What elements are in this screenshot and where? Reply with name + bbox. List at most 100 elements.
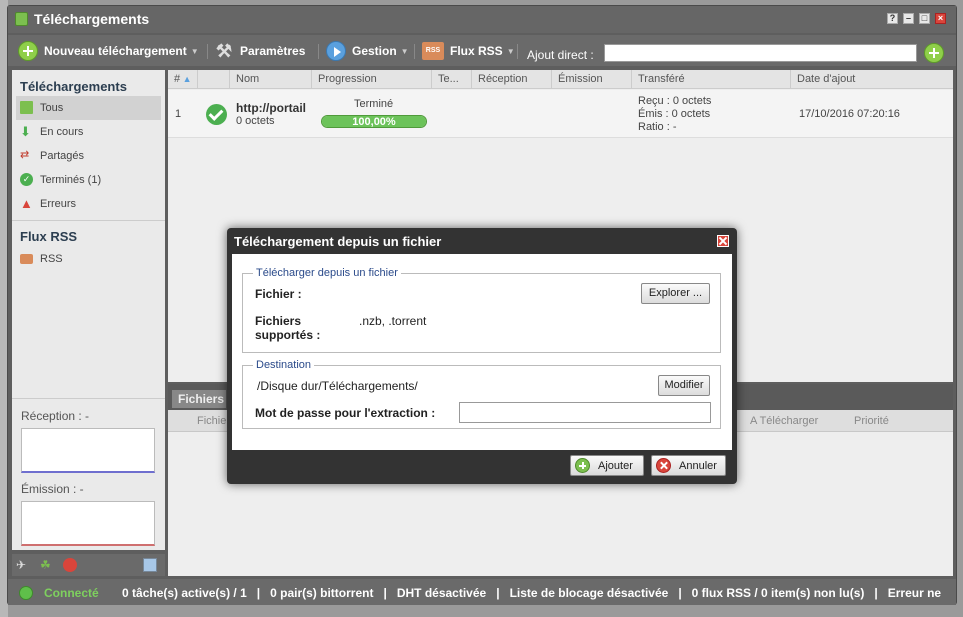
sidebar-item-rss[interactable]: RSS — [12, 247, 165, 271]
error-status: Erreur ne — [887, 586, 942, 600]
tab-files[interactable]: Fichiers — [172, 390, 226, 408]
sidebar-divider — [12, 398, 165, 399]
sidebar-item-label: En cours — [40, 126, 84, 138]
sidebar-item-errors[interactable]: ▲ Erreurs — [12, 192, 165, 216]
column-header-priority[interactable]: Priorité — [854, 415, 889, 427]
date-added: 17/10/2016 07:20:16 — [799, 108, 900, 120]
toolbar-divider — [318, 44, 319, 59]
chevron-down-icon: ▼ — [400, 46, 409, 56]
status-spacer — [109, 586, 112, 600]
password-label: Mot de passe pour l'extraction : — [255, 406, 436, 420]
rss-add-icon: RSS — [422, 42, 444, 60]
download-size: 0 octets — [236, 115, 275, 127]
column-header-to-download[interactable]: A Télécharger — [750, 415, 818, 427]
column-header-index[interactable]: # ▲ — [168, 70, 198, 88]
direct-add-button[interactable] — [924, 43, 944, 63]
title-bar[interactable]: Téléchargements ? – □ × — [8, 6, 956, 33]
status-divider: | — [256, 586, 261, 600]
download-from-file-dialog: Téléchargement depuis un fichier Télécha… — [227, 228, 737, 484]
manage-button[interactable]: Gestion ▼ — [326, 40, 409, 62]
add-button[interactable]: Ajouter — [570, 455, 644, 476]
warning-icon: ▲ — [20, 196, 33, 211]
turtle-icon[interactable]: ☘ — [40, 558, 54, 572]
modify-button[interactable]: Modifier — [658, 375, 710, 396]
calendar-icon[interactable] — [143, 558, 157, 572]
add-button-label: Ajouter — [598, 459, 633, 472]
sidebar-item-all[interactable]: Tous — [16, 96, 161, 120]
toolbar-divider — [414, 44, 415, 59]
cancel-circle-icon — [656, 458, 671, 473]
rss-button[interactable]: RSS Flux RSS ▼ — [422, 40, 515, 62]
password-input[interactable] — [459, 402, 711, 423]
column-header-date-added[interactable]: Date d'ajout — [791, 70, 953, 88]
sidebar-item-shared[interactable]: ⇄ Partagés — [12, 144, 165, 168]
direct-add-input[interactable] — [604, 44, 917, 62]
arrow-down-icon: ⬇ — [20, 124, 31, 139]
status-divider: | — [874, 586, 878, 600]
dht-status: DHT désactivée — [396, 586, 487, 600]
grid-header: # ▲ Nom Progression Te... Réception Émis… — [168, 70, 953, 89]
toolbar-divider — [207, 44, 208, 59]
active-tasks: 0 tâche(s) active(s) / 1 — [122, 586, 247, 600]
settings-button[interactable]: ⚒ Paramètres — [214, 40, 305, 62]
chevron-down-icon: ▼ — [506, 46, 515, 56]
dialog-body: Télécharger depuis un fichier Fichier : … — [232, 254, 732, 450]
sidebar-item-in-progress[interactable]: ⬇ En cours — [12, 120, 165, 144]
column-header-emission[interactable]: Émission — [552, 70, 632, 88]
sidebar-item-label: Partagés — [40, 150, 85, 162]
sidebar-item-finished[interactable]: ✓ Terminés (1) — [12, 168, 165, 192]
cancel-button[interactable]: Annuler — [651, 455, 726, 476]
download-status: Terminé — [354, 98, 394, 110]
ratio-value: Ratio : - — [638, 121, 677, 133]
sidebar: Téléchargements Tous ⬇ En cours ⇄ Partag… — [12, 70, 165, 550]
column-header-reception[interactable]: Réception — [472, 70, 552, 88]
bittorrent-peers: 0 pair(s) bittorrent — [270, 586, 374, 600]
status-divider: | — [678, 586, 682, 600]
close-icon[interactable] — [717, 235, 729, 247]
maximize-icon[interactable]: □ — [919, 13, 930, 24]
column-header-status[interactable] — [198, 70, 230, 88]
column-header-transferred[interactable]: Transféré — [632, 70, 791, 88]
blocklist-status: Liste de blocage désactivée — [509, 586, 669, 600]
rss-icon — [20, 254, 33, 264]
sidebar-item-label: RSS — [40, 253, 63, 265]
column-header-file[interactable]: Fichier — [197, 415, 230, 427]
rss-status: 0 flux RSS / 0 item(s) non lu(s) — [691, 586, 865, 600]
new-download-label: Nouveau téléchargement — [44, 44, 187, 58]
close-window-icon[interactable]: × — [935, 13, 946, 24]
plus-circle-icon — [575, 458, 590, 473]
received-amount: Reçu : 0 octets — [638, 95, 712, 107]
table-row[interactable]: 1 http://portail 0 octets Terminé 100,00… — [168, 90, 953, 138]
stop-icon[interactable] — [63, 558, 77, 572]
browse-button[interactable]: Explorer ... — [641, 283, 710, 304]
sidebar-divider — [12, 220, 165, 221]
settings-label: Paramètres — [240, 44, 306, 58]
emission-graph — [21, 501, 155, 546]
window-title: Téléchargements — [34, 11, 150, 27]
download-all-icon — [20, 101, 33, 114]
tools-icon: ⚒ — [215, 41, 233, 61]
cancel-button-label: Annuler — [679, 459, 717, 472]
downloads-app-icon — [15, 12, 28, 26]
help-icon[interactable]: ? — [887, 13, 898, 24]
reception-label: Réception : - — [21, 409, 90, 423]
file-label: Fichier : — [255, 287, 302, 301]
sidebar-item-label: Terminés (1) — [40, 174, 102, 186]
check-circle-icon: ✓ — [20, 173, 33, 186]
status-text: Connecté 0 tâche(s) active(s) / 1 | 0 pair… — [44, 586, 941, 600]
minimize-icon[interactable]: – — [903, 13, 914, 24]
sidebar-toolbar: ✈ ☘ — [12, 554, 165, 576]
play-circle-icon — [326, 41, 346, 61]
source-legend: Télécharger depuis un fichier — [253, 267, 401, 279]
rocket-icon[interactable]: ✈ — [16, 558, 30, 572]
plus-circle-icon — [18, 41, 38, 61]
supported-label-line1: Fichiers — [255, 314, 302, 328]
new-download-button[interactable]: Nouveau téléchargement ▼ — [18, 40, 199, 62]
status-divider: | — [496, 586, 500, 600]
column-header-progress[interactable]: Progression — [312, 70, 432, 88]
column-header-time[interactable]: Te... — [432, 70, 472, 88]
sent-amount: Émis : 0 octets — [638, 108, 711, 120]
sidebar-item-label: Tous — [40, 102, 64, 114]
column-header-name[interactable]: Nom — [230, 70, 312, 88]
sidebar-heading-rss: Flux RSS — [20, 229, 78, 244]
